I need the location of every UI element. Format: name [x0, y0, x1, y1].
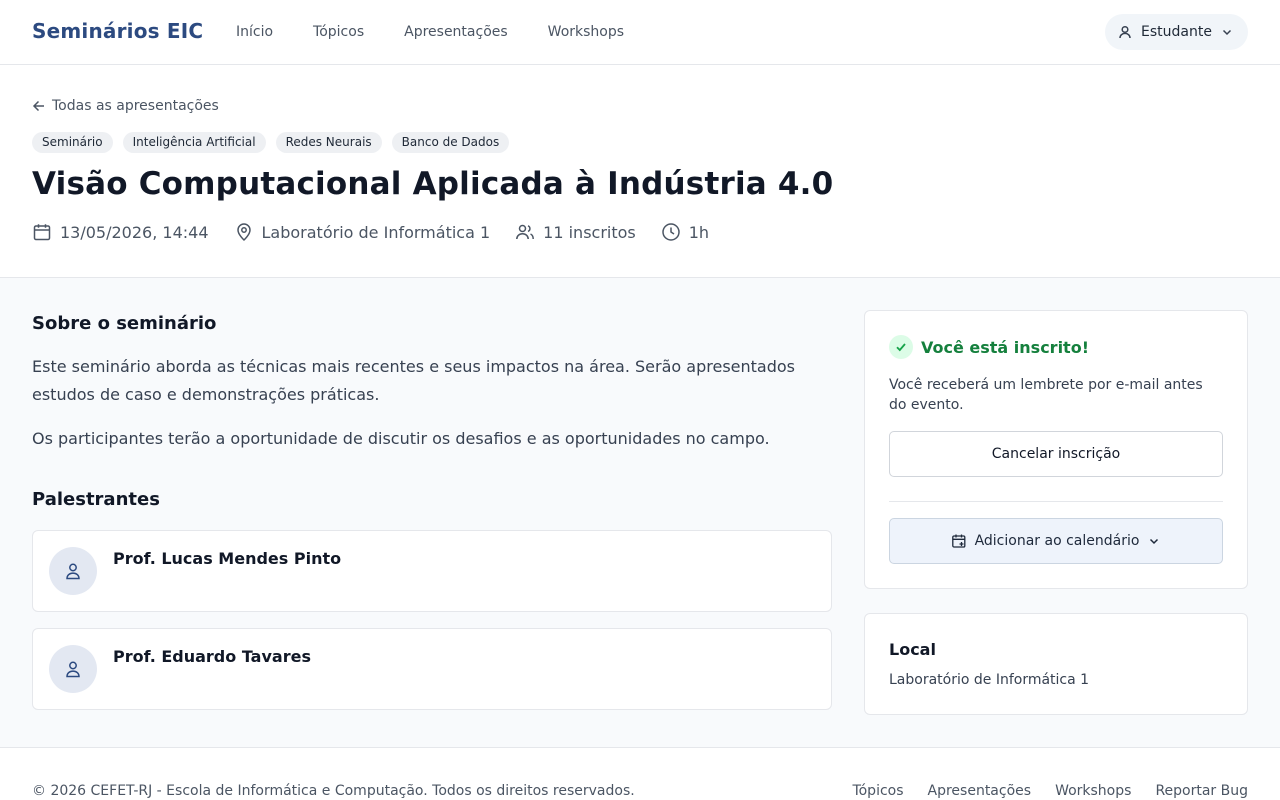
users-icon — [515, 222, 535, 242]
tag-chip[interactable]: Banco de Dados — [391, 132, 510, 153]
meta-duration-text: 1h — [688, 222, 710, 242]
back-link-label: Todas as apresentações — [52, 98, 219, 114]
nav-item-apresentacoes[interactable]: Apresentações — [404, 24, 508, 40]
chevron-down-icon — [1147, 534, 1161, 548]
page-title: Visão Computacional Aplicada à Indústria… — [32, 166, 834, 202]
speaker-name: Prof. Eduardo Tavares — [113, 647, 311, 666]
enrollment-status: Você está inscrito! — [889, 335, 1089, 359]
nav-item-workshops[interactable]: Workshops — [548, 24, 624, 40]
add-to-calendar-label: Adicionar ao calendário — [974, 533, 1140, 549]
back-to-presentations-link[interactable]: Todas as apresentações — [32, 98, 219, 114]
speakers-title: Palestrantes — [32, 489, 160, 510]
venue-title: Local — [889, 640, 936, 659]
top-navbar: Seminários EIC Início Tópicos Apresentaç… — [0, 0, 1280, 65]
meta-location: Laboratório de Informática 1 — [234, 222, 491, 242]
footer-link-apresentacoes[interactable]: Apresentações — [928, 783, 1032, 799]
meta-datetime-text: 13/05/2026, 14:44 — [60, 222, 209, 242]
footer-link-workshops[interactable]: Workshops — [1055, 783, 1131, 799]
add-to-calendar-button[interactable]: Adicionar ao calendário — [889, 518, 1223, 564]
brand-logo[interactable]: Seminários EIC — [32, 19, 203, 43]
calendar-icon — [32, 222, 52, 242]
user-menu-button[interactable]: Estudante — [1105, 14, 1248, 50]
footer-links: Tópicos Apresentações Workshops Reportar… — [852, 783, 1248, 799]
user-menu-label: Estudante — [1141, 24, 1212, 40]
speaker-name: Prof. Lucas Mendes Pinto — [113, 549, 342, 568]
about-paragraph-1: Este seminário aborda as técnicas mais r… — [32, 357, 795, 404]
speaker-card[interactable]: Prof. Lucas Mendes Pinto — [32, 530, 832, 612]
tag-chip[interactable]: Inteligência Artificial — [122, 132, 266, 153]
speaker-card[interactable]: Prof. Eduardo Tavares — [32, 628, 832, 710]
user-icon — [63, 561, 83, 581]
copyright-text: © 2026 CEFET-RJ - Escola de Informática … — [32, 783, 635, 799]
page-footer: © 2026 CEFET-RJ - Escola de Informática … — [0, 747, 1280, 800]
about-title: Sobre o seminário — [32, 313, 217, 334]
tag-chip[interactable]: Redes Neurais — [275, 132, 382, 153]
meta-datetime: 13/05/2026, 14:44 — [32, 222, 209, 242]
clock-icon — [661, 222, 681, 242]
event-meta: 13/05/2026, 14:44 Laboratório de Informá… — [32, 222, 734, 242]
footer-link-report-bug[interactable]: Reportar Bug — [1155, 783, 1248, 799]
avatar — [49, 645, 97, 693]
check-icon — [889, 335, 913, 359]
nav-item-topicos[interactable]: Tópicos — [313, 24, 364, 40]
venue-card: Local Laboratório de Informática 1 — [864, 613, 1248, 715]
user-icon — [63, 659, 83, 679]
about-paragraph-2: Os participantes terão a oportunidade de… — [32, 429, 770, 448]
meta-duration: 1h — [661, 222, 709, 242]
chevron-down-icon — [1220, 25, 1234, 39]
avatar — [49, 547, 97, 595]
main-nav: Início Tópicos Apresentações Workshops — [236, 24, 624, 40]
meta-attendees: 11 inscritos — [515, 222, 636, 242]
enrollment-status-text: Você está inscrito! — [921, 337, 1089, 357]
meta-attendees-text: 11 inscritos — [543, 222, 636, 242]
event-hero: Todas as apresentações Seminário Intelig… — [0, 65, 1280, 278]
topic-tags: Seminário Inteligência Artificial Redes … — [32, 132, 510, 153]
calendar-plus-icon — [951, 533, 967, 549]
footer-link-topicos[interactable]: Tópicos — [852, 783, 903, 799]
nav-item-inicio[interactable]: Início — [236, 24, 273, 40]
arrow-left-icon — [32, 99, 46, 113]
divider — [889, 501, 1223, 502]
meta-location-text: Laboratório de Informática 1 — [261, 222, 491, 242]
tag-chip[interactable]: Seminário — [32, 132, 113, 153]
reminder-text: Você receberá um lembrete por e-mail ant… — [889, 377, 1203, 413]
user-icon — [1117, 24, 1133, 40]
cancel-enrollment-button[interactable]: Cancelar inscrição — [889, 431, 1223, 477]
enrollment-card: Você está inscrito! Você receberá um lem… — [864, 310, 1248, 589]
venue-value: Laboratório de Informática 1 — [889, 672, 1090, 688]
map-pin-icon — [234, 222, 254, 242]
